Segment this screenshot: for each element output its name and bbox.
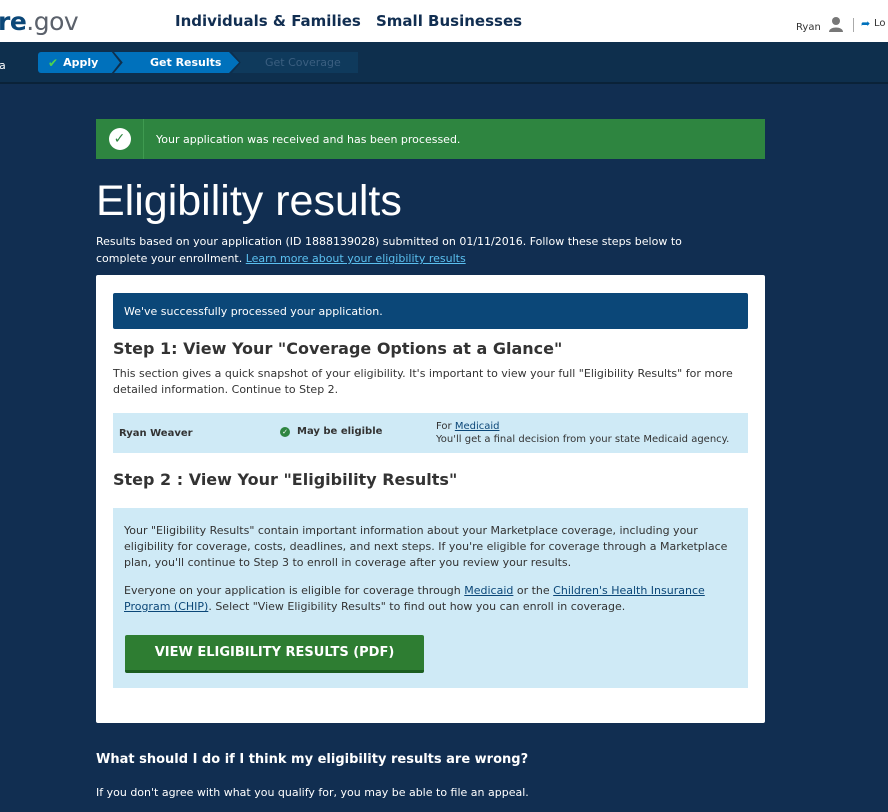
user-name[interactable]: Ryan xyxy=(796,22,821,33)
nav-small-businesses[interactable]: Small Businesses xyxy=(376,12,522,30)
faq-answer: If you don't agree with what you qualify… xyxy=(96,786,529,799)
step-apply[interactable]: ✔ Apply xyxy=(38,52,120,73)
banner-icon-box: ✓ xyxy=(96,119,144,159)
step-get-results-label: Get Results xyxy=(150,56,222,69)
view-eligibility-results-button[interactable]: VIEW ELIGIBILITY RESULTS (PDF) xyxy=(125,635,424,673)
step1-heading: Step 1: View Your "Coverage Options at a… xyxy=(113,339,563,358)
logout-arrow-icon[interactable]: ➦ xyxy=(861,17,870,30)
results-description: Your "Eligibility Results" contain impor… xyxy=(124,524,728,569)
applicant-name: Ryan Weaver xyxy=(119,428,193,439)
site-header: re.gov Individuals & Families Small Busi… xyxy=(0,0,888,42)
check-circle-icon: ✓ xyxy=(108,128,131,150)
checkmark-icon: ✔ xyxy=(48,55,59,70)
header-divider xyxy=(853,18,854,32)
learn-more-link[interactable]: Learn more about your eligibility result… xyxy=(246,252,466,265)
logout-link[interactable]: Lo xyxy=(874,18,886,29)
results-card: We've successfully processed your applic… xyxy=(96,275,765,723)
step1-description: This section gives a quick snapshot of y… xyxy=(113,367,733,396)
coverage-note-text-2: or the xyxy=(513,584,554,597)
medicaid-link-2[interactable]: Medicaid xyxy=(464,584,513,597)
step-get-coverage-label: Get Coverage xyxy=(265,56,341,69)
processed-notice: We've successfully processed your applic… xyxy=(113,293,748,329)
banner-message: Your application was received and has be… xyxy=(156,132,461,146)
step-get-coverage: Get Coverage xyxy=(232,52,358,73)
step2-heading: Step 2 : View Your "Eligibility Results" xyxy=(113,470,458,489)
medicaid-link[interactable]: Medicaid xyxy=(455,421,500,432)
decision-note: You'll get a final decision from your st… xyxy=(436,434,730,445)
success-banner: ✓ Your application was received and has … xyxy=(96,119,765,159)
user-icon[interactable] xyxy=(828,16,844,32)
coverage-note-text-3: . Select "View Eligibility Results" to f… xyxy=(208,600,626,613)
coverage-note-text-1: Everyone on your application is eligible… xyxy=(124,584,465,597)
site-logo[interactable]: re.gov xyxy=(0,7,79,36)
faq-question: What should I do if I think my eligibili… xyxy=(96,752,529,767)
page-title: Eligibility results xyxy=(96,177,402,225)
logo-text-2: .gov xyxy=(26,7,79,36)
coverage-glance-row: Ryan Weaver ✓ May be eligible For Medica… xyxy=(113,413,748,453)
eligibility-status-label: May be eligible xyxy=(297,426,383,437)
logo-text-1: re xyxy=(0,7,27,36)
check-circle-icon: ✓ xyxy=(280,426,290,437)
state-label: ia xyxy=(0,59,6,72)
step-apply-label: Apply xyxy=(63,56,99,69)
eligibility-results-panel: Your "Eligibility Results" contain impor… xyxy=(113,508,748,688)
for-prefix: For xyxy=(436,421,455,432)
step-get-results[interactable]: Get Results xyxy=(114,52,239,73)
eligibility-status: ✓ May be eligible xyxy=(280,426,382,437)
results-coverage-note: Everyone on your application is eligible… xyxy=(124,583,744,615)
nav-individuals-families[interactable]: Individuals & Families xyxy=(175,12,361,30)
program-info: For Medicaid You'll get a final decision… xyxy=(436,420,729,446)
page-intro: Results based on your application (ID 18… xyxy=(96,233,736,267)
